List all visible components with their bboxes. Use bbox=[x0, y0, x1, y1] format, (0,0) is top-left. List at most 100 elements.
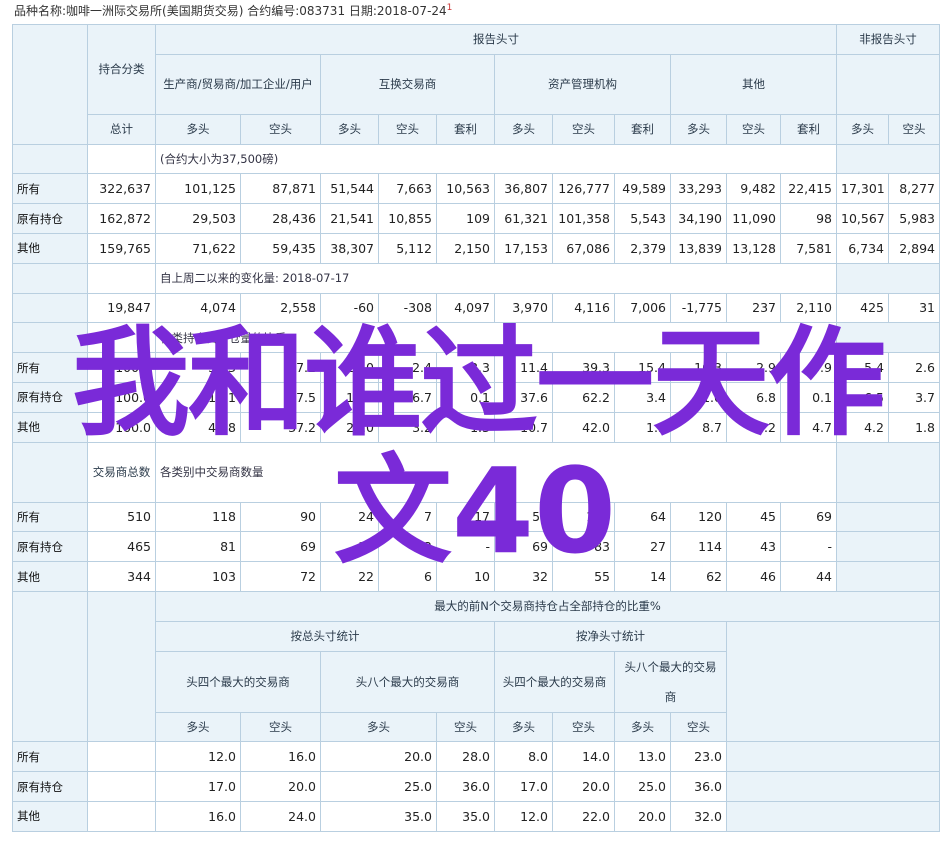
label-blank bbox=[12, 143, 88, 175]
value-cell: 43 bbox=[726, 531, 781, 563]
report-header: 品种名称:咖啡一洲际交易所(美国期货交易) 合约编号:083731 日期:201… bbox=[14, 2, 452, 19]
sub-header-spread: 套利 bbox=[780, 113, 837, 145]
value-cell: 15.4 bbox=[614, 352, 671, 383]
value-cell: 69 bbox=[240, 531, 321, 563]
value-cell: 465 bbox=[87, 531, 156, 563]
value-cell: 3.3 bbox=[436, 352, 495, 383]
value-cell: 62 bbox=[670, 561, 727, 592]
value-cell: -308 bbox=[378, 292, 437, 324]
value-cell: 20.0 bbox=[552, 771, 615, 802]
value-cell: 100.0 bbox=[87, 352, 156, 383]
row-label: 原有持仓 bbox=[12, 381, 88, 413]
value-cell: 31.3 bbox=[155, 352, 241, 383]
value-cell: 11,090 bbox=[726, 203, 781, 234]
value-cell: 12 bbox=[378, 531, 437, 563]
gross-top4-header: 头四个最大的交易商 bbox=[155, 650, 321, 713]
table-row: 原有持仓 17.0 20.0 25.0 36.0 17.0 20.0 25.0 36.0 bbox=[12, 771, 940, 802]
value-cell: 3.2 bbox=[378, 411, 437, 443]
value-cell: 81 bbox=[155, 531, 241, 563]
value-cell: 17.0 bbox=[155, 771, 241, 802]
table-row: 19,847 4,074 2,558 -60 -308 4,097 3,970 4,116 7,… bbox=[12, 292, 940, 324]
value-cell: 5.4 bbox=[836, 352, 889, 383]
value-cell: 38,307 bbox=[320, 232, 379, 264]
value-cell: 23.0 bbox=[670, 741, 727, 773]
nonreport-blank bbox=[836, 143, 940, 175]
table-row: 原有持仓 100.0 18.1 17.5 13.2 6.7 0.1 37.6 62.2 3.4 21… bbox=[12, 381, 940, 413]
trader-count-header: 交易商总数 bbox=[87, 441, 156, 503]
value-cell: 3.7 bbox=[888, 381, 940, 413]
row-label: 其他 bbox=[12, 411, 88, 443]
value-cell: 83 bbox=[552, 531, 615, 563]
value-cell: 101 bbox=[552, 501, 615, 533]
nonreport-blank bbox=[836, 441, 940, 503]
section-note: 自上周二以来的变化量: 2018-07-17 bbox=[155, 262, 837, 294]
value-cell: 14.0 bbox=[552, 741, 615, 773]
nonreport-blank bbox=[836, 262, 940, 294]
value-cell: - bbox=[780, 531, 837, 563]
value-cell: 4.7 bbox=[780, 411, 837, 443]
value-cell: 59,435 bbox=[240, 232, 321, 264]
value-cell: -1,775 bbox=[670, 292, 727, 324]
blank-cell bbox=[726, 741, 940, 773]
value-cell: 10,563 bbox=[436, 173, 495, 205]
value-cell: 17 bbox=[436, 501, 495, 533]
sub-header-long: 多头 bbox=[614, 711, 671, 743]
value-cell: 2,558 bbox=[240, 292, 321, 324]
table-row: 所有 12.0 16.0 20.0 28.0 8.0 14.0 13.0 23.0 bbox=[12, 741, 940, 773]
value-cell: -60 bbox=[320, 292, 379, 324]
value-cell: 7,006 bbox=[614, 292, 671, 324]
header-row-1: 持合分类 报告头寸 非报告头寸 bbox=[12, 24, 940, 145]
row-label: 所有 bbox=[12, 173, 88, 205]
value-cell: 0.1 bbox=[780, 381, 837, 413]
value-cell: 120 bbox=[670, 501, 727, 533]
value-cell: 6.5 bbox=[836, 381, 889, 413]
value-cell: 22.0 bbox=[552, 800, 615, 832]
value-cell: 7,581 bbox=[780, 232, 837, 264]
label-blank bbox=[12, 590, 88, 743]
asset-header: 资产管理机构 bbox=[494, 53, 671, 115]
value-cell: 37.6 bbox=[494, 381, 553, 413]
value-cell: 4,097 bbox=[436, 292, 495, 324]
value-cell: 16.0 bbox=[155, 800, 241, 832]
row-label: 原有持仓 bbox=[12, 771, 88, 802]
sub-header-short: 空头 bbox=[552, 711, 615, 743]
row-label: 其他 bbox=[12, 800, 88, 832]
section-note: 各类持仓占持仓量的比重 bbox=[155, 322, 837, 354]
value-cell: 13,128 bbox=[726, 232, 781, 264]
value-cell: 24 bbox=[320, 501, 379, 533]
nonreport-blank bbox=[836, 53, 940, 115]
value-cell: 8.0 bbox=[494, 741, 553, 773]
value-cell: 2,379 bbox=[614, 232, 671, 264]
gross-top8-header: 头八个最大的交易商 bbox=[320, 650, 495, 713]
value-cell: 17,301 bbox=[836, 173, 889, 205]
value-cell: 14 bbox=[614, 561, 671, 592]
value-cell: 67,086 bbox=[552, 232, 615, 264]
value-cell: 114 bbox=[670, 531, 727, 563]
value-cell: 61,321 bbox=[494, 203, 553, 234]
value-cell: 11.4 bbox=[494, 352, 553, 383]
value-cell: 6.9 bbox=[780, 352, 837, 383]
section-2-note-row: 自上周二以来的变化量: 2018-07-17 bbox=[12, 262, 940, 294]
value-cell: 4,116 bbox=[552, 292, 615, 324]
value-cell: 17 bbox=[320, 531, 379, 563]
header-footnote-mark: 1 bbox=[446, 3, 453, 13]
blank-cell bbox=[87, 741, 156, 773]
gross-header: 按总头寸统计 bbox=[155, 620, 495, 652]
row-label: 所有 bbox=[12, 741, 88, 773]
row-label: 原有持仓 bbox=[12, 531, 88, 563]
sub-header-short: 空头 bbox=[552, 113, 615, 145]
value-cell: 6 bbox=[378, 561, 437, 592]
value-cell: 101,125 bbox=[155, 173, 241, 205]
value-cell: 8.2 bbox=[726, 411, 781, 443]
net-top8-header: 头八个最大的交易商 bbox=[614, 650, 727, 713]
value-cell: 24.0 bbox=[320, 411, 379, 443]
value-cell: 425 bbox=[836, 292, 889, 324]
value-cell: 55 bbox=[552, 561, 615, 592]
value-cell: 51,544 bbox=[320, 173, 379, 205]
blank-cell bbox=[836, 561, 940, 592]
value-cell: 5,543 bbox=[614, 203, 671, 234]
value-cell: 6.8 bbox=[726, 381, 781, 413]
section-note: 各类别中交易商数量 bbox=[155, 441, 837, 503]
value-cell: 21.0 bbox=[670, 381, 727, 413]
value-cell: 9,482 bbox=[726, 173, 781, 205]
